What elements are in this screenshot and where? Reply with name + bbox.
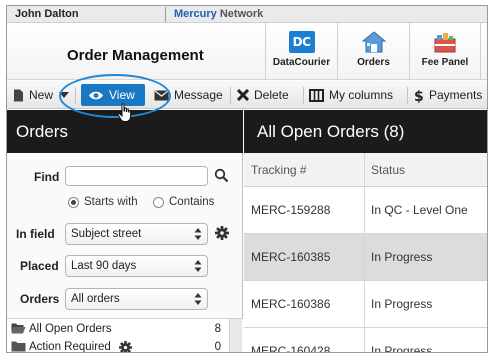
dollar-icon: $: [414, 89, 424, 103]
find-label: Find: [34, 170, 60, 184]
top-bar: John Dalton Mercury Network: [7, 6, 487, 23]
toolbar-divider: [407, 87, 408, 104]
gear-icon[interactable]: [215, 226, 229, 240]
status-cell: In Progress: [371, 250, 433, 264]
tree-scrollbar[interactable]: [229, 319, 242, 352]
find-input[interactable]: [65, 166, 208, 186]
orders-filter-panel: Orders Find Starts with Contains In fiel…: [7, 110, 243, 353]
house-icon: [361, 31, 386, 53]
chevron-down-icon: [59, 92, 70, 98]
brand-secondary: Network: [219, 8, 264, 20]
radio-label: Starts with: [84, 196, 138, 208]
status-cell: In Progress: [371, 297, 433, 311]
order-folder-tree: All Open Orders 8 Action Required 0: [7, 318, 243, 353]
folder-icon: [11, 341, 26, 352]
tracking-cell: MERC-159288: [251, 203, 331, 217]
infield-select[interactable]: Subject street: [65, 223, 208, 245]
orders-panel-title: Orders: [16, 122, 68, 141]
new-label: New: [29, 88, 54, 102]
app-orders[interactable]: Orders: [337, 23, 409, 80]
tree-item-label: All Open Orders: [29, 323, 112, 335]
table-row[interactable]: MERC-160385 In Progress: [244, 234, 487, 281]
toolbar-divider: [303, 87, 304, 104]
delete-label: Delete: [254, 88, 289, 102]
placed-select[interactable]: Last 90 days: [65, 255, 208, 277]
columns-icon: [309, 88, 324, 102]
hand-pointer-icon: [117, 103, 132, 122]
radio-label: Contains: [169, 196, 215, 208]
payments-button[interactable]: $ Payments: [414, 86, 482, 104]
svg-text:$: $: [414, 89, 424, 103]
app-label: DataCourier: [272, 57, 331, 68]
orders-list-title: All Open Orders (8): [257, 122, 405, 141]
delete-button[interactable]: Delete: [237, 86, 289, 104]
tracking-cell: MERC-160386: [251, 297, 331, 311]
page-title: Order Management: [67, 47, 204, 64]
orders-value: All orders: [71, 293, 120, 305]
folder-open-icon: [11, 323, 26, 334]
orders-list-panel: All Open Orders (8) Tracking # Status ME…: [244, 110, 487, 353]
app-launcher: DC DataCourier Orders Fee Panel: [265, 23, 481, 80]
radio-checked-icon: [68, 196, 79, 208]
column-divider: [364, 153, 365, 352]
app-label: Fee Panel: [421, 57, 469, 68]
placed-label: Placed: [20, 259, 59, 273]
radio-contains[interactable]: Contains: [153, 196, 214, 208]
my-columns-button[interactable]: My columns: [309, 86, 393, 104]
updown-arrow-icon: [194, 228, 202, 240]
table-row[interactable]: MERC-160386 In Progress: [244, 281, 487, 328]
radio-starts-with[interactable]: Starts with: [68, 196, 138, 208]
infield-label: In field: [16, 227, 55, 241]
column-header-status[interactable]: Status: [371, 163, 405, 177]
tree-item-label: Action Required: [29, 341, 111, 353]
message-label: Message: [174, 88, 223, 102]
placed-value: Last 90 days: [71, 260, 137, 272]
tree-item-count: 0: [214, 341, 221, 353]
brand-logo: Mercury Network: [165, 7, 263, 22]
close-icon: [237, 89, 249, 101]
envelope-icon: [154, 90, 169, 101]
user-name: John Dalton: [15, 8, 79, 20]
tree-item-count: 8: [214, 323, 221, 335]
tracking-cell: MERC-160385: [251, 250, 331, 264]
table-row[interactable]: MERC-159288 In QC - Level One: [244, 187, 487, 234]
gear-icon[interactable]: [119, 341, 132, 353]
app-header: Order Management DC DataCourier Orders F…: [7, 23, 487, 80]
toolbar-divider: [230, 87, 231, 104]
search-icon[interactable]: [214, 168, 229, 183]
tracking-cell: MERC-160428: [251, 344, 331, 353]
view-label: View: [109, 88, 135, 102]
app-window: John Dalton Mercury Network Order Manage…: [6, 5, 488, 353]
toolbar-divider: [75, 87, 76, 104]
view-button[interactable]: View: [81, 84, 145, 106]
fee-panel-icon: [434, 33, 456, 53]
message-button[interactable]: Message: [154, 86, 223, 104]
brand-primary: Mercury: [174, 8, 217, 20]
new-button[interactable]: New: [13, 86, 70, 104]
orders-select[interactable]: All orders: [65, 288, 208, 310]
tree-item-all-open-orders[interactable]: All Open Orders 8: [7, 321, 229, 338]
app-fee-panel[interactable]: Fee Panel: [409, 23, 481, 80]
orders-list-header: All Open Orders (8): [244, 110, 487, 153]
radio-unchecked-icon: [153, 196, 164, 208]
datacourier-icon: DC: [288, 31, 315, 53]
orders-label: Orders: [20, 292, 60, 306]
table-header: Tracking # Status: [244, 153, 487, 187]
eye-icon: [89, 91, 103, 99]
status-cell: In QC - Level One: [371, 203, 468, 217]
tree-item-action-required[interactable]: Action Required 0: [7, 339, 229, 353]
app-label: Orders: [357, 57, 390, 68]
payments-label: Payments: [429, 88, 483, 102]
table-row[interactable]: MERC-160428 In Progress: [244, 328, 487, 353]
column-header-tracking[interactable]: Tracking #: [251, 163, 307, 177]
document-icon: [14, 89, 23, 101]
updown-arrow-icon: [194, 260, 202, 272]
app-datacourier[interactable]: DC DataCourier: [265, 23, 337, 80]
toolbar: New View Message Delete My columns $ Pay…: [7, 81, 487, 109]
status-cell: In Progress: [371, 344, 433, 353]
updown-arrow-icon: [194, 293, 202, 305]
columns-label: My columns: [329, 88, 394, 102]
infield-value: Subject street: [71, 228, 142, 240]
